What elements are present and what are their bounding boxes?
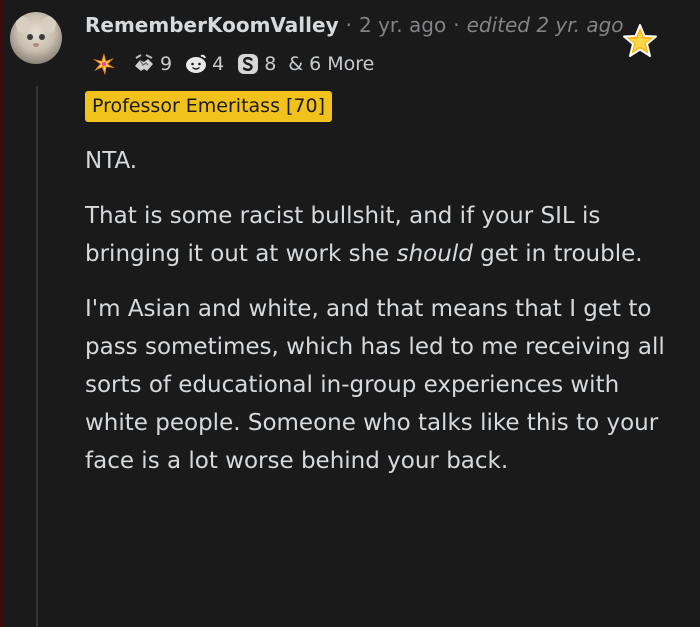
separator-dot: ·	[453, 13, 460, 37]
user-flair: Professor Emeritass [70]	[85, 91, 333, 122]
paragraph-text: get in trouble.	[472, 241, 643, 267]
paragraph: I'm Asian and white, and that means that…	[85, 296, 665, 474]
sparkle-burst-icon	[93, 53, 115, 75]
awards-row[interactable]: 9 4 8 & 6 More	[92, 50, 374, 78]
avatar[interactable]	[10, 12, 62, 64]
comment-header: RememberKoomValley · 2 yr. ago · edited …	[85, 10, 624, 40]
edited-label: edited 2 yr. ago	[466, 13, 624, 37]
left-edge-bar	[0, 0, 3, 627]
award-wholesome[interactable]: 4	[184, 52, 224, 76]
award-count: 8	[264, 53, 277, 75]
avatar-eye	[27, 34, 33, 40]
separator-dot: ·	[345, 13, 352, 37]
avatar-eye	[39, 34, 45, 40]
avatar-nose	[33, 43, 39, 47]
avatar-ear	[39, 14, 59, 34]
award-sparkle[interactable]	[92, 52, 120, 76]
username-link[interactable]: RememberKoomValley	[85, 13, 339, 37]
silver-coin-icon	[238, 54, 259, 74]
handshake-icon	[135, 54, 153, 71]
wholesome-face-icon	[186, 54, 207, 73]
award-count: 9	[160, 53, 173, 75]
paragraph: That is some racist bullshit, and if you…	[85, 197, 685, 273]
paragraph: NTA.	[85, 148, 138, 174]
star-award-icon[interactable]	[622, 23, 658, 59]
award-count: 4	[212, 53, 225, 75]
comment-body: NTA. That is some racist bullshit, and i…	[85, 142, 685, 480]
more-awards-link[interactable]: & 6 More	[288, 53, 374, 75]
thread-collapse-line[interactable]	[36, 86, 38, 627]
comment-age[interactable]: 2 yr. ago	[359, 13, 446, 37]
award-handshake[interactable]: 9	[132, 52, 172, 76]
avatar-ear	[13, 14, 33, 34]
award-silver[interactable]: 8	[236, 52, 276, 76]
emphasis-text: should	[396, 241, 473, 267]
